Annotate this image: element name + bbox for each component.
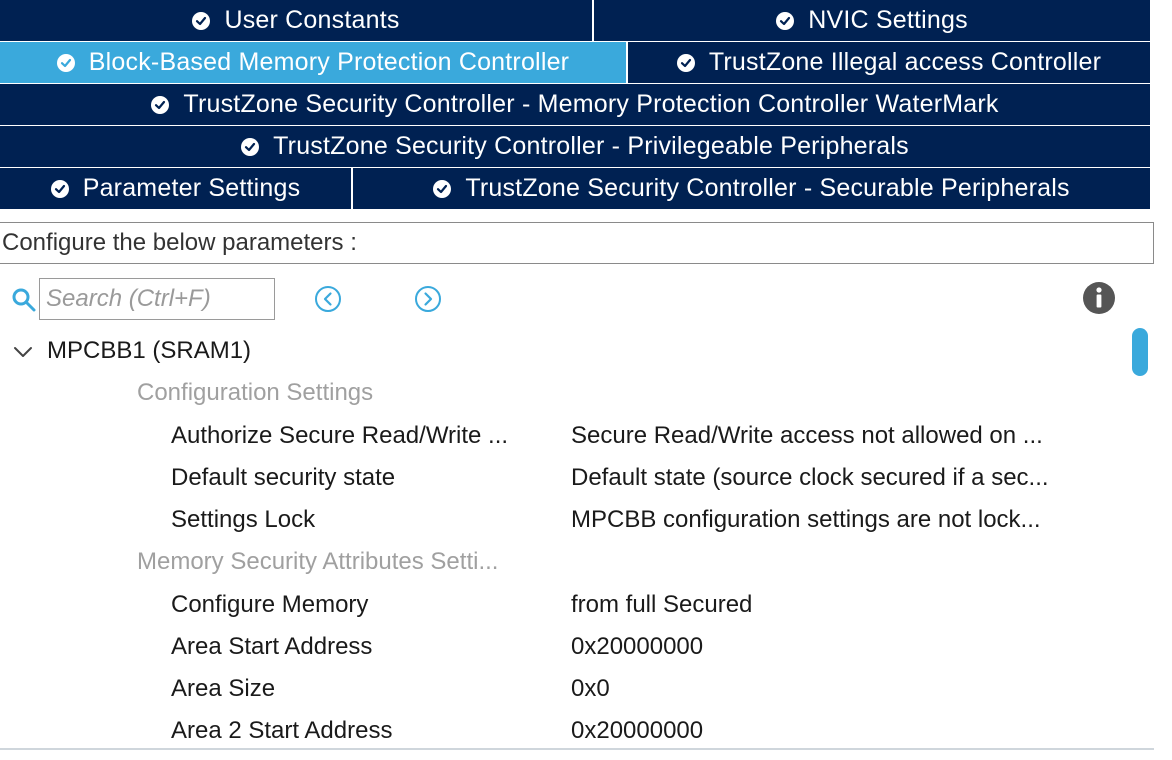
tab-row-5: Parameter Settings TrustZone Security Co… — [0, 168, 1150, 210]
tab-tzsc-mpc-watermark[interactable]: TrustZone Security Controller - Memory P… — [0, 84, 1150, 126]
param-name[interactable]: Area Start Address — [171, 632, 372, 662]
check-circle-icon — [151, 95, 170, 114]
group-configuration-settings: Configuration Settings — [137, 379, 374, 406]
param-name[interactable]: Settings Lock — [171, 505, 315, 535]
tab-label: Parameter Settings — [82, 174, 301, 202]
param-value[interactable]: 0x20000000 — [571, 632, 703, 662]
check-circle-icon — [241, 137, 260, 156]
tab-tzsc-privilegeable-peripherals[interactable]: TrustZone Security Controller - Privileg… — [0, 126, 1150, 168]
tab-label: TrustZone Security Controller - Memory P… — [183, 90, 999, 118]
search-input[interactable] — [39, 278, 275, 320]
tab-label: TrustZone Security Controller - Securabl… — [465, 174, 1070, 202]
tab-row-1: User Constants NVIC Settings — [0, 0, 1150, 42]
tab-block-based-memory-protection-controller[interactable]: Block-Based Memory Protection Controller — [0, 42, 628, 84]
tab-label: User Constants — [224, 6, 400, 34]
tab-label: NVIC Settings — [808, 6, 968, 34]
tab-row-4: TrustZone Security Controller - Privileg… — [0, 126, 1150, 168]
check-circle-icon — [50, 179, 69, 198]
param-value[interactable]: from full Secured — [571, 590, 752, 620]
tab-label: TrustZone Illegal access Controller — [708, 48, 1102, 76]
tab-parameter-settings[interactable]: Parameter Settings — [0, 168, 353, 210]
configure-parameters-label: Configure the below parameters : — [0, 222, 1154, 264]
check-circle-icon — [433, 179, 452, 198]
param-name[interactable]: Default security state — [171, 463, 395, 493]
param-name[interactable]: Area Size — [171, 674, 275, 704]
info-icon[interactable] — [1082, 281, 1116, 315]
chevron-right-circle-icon[interactable] — [413, 284, 443, 314]
search-icon[interactable] — [11, 287, 37, 313]
scrollbar-thumb[interactable] — [1132, 328, 1148, 376]
tab-user-constants[interactable]: User Constants — [0, 0, 594, 42]
param-name[interactable]: Configure Memory — [171, 590, 368, 620]
tab-row-3: TrustZone Security Controller - Memory P… — [0, 84, 1150, 126]
tab-row-2: Block-Based Memory Protection Controller… — [0, 42, 1150, 84]
chevron-down-icon[interactable] — [12, 341, 34, 363]
tab-label: TrustZone Security Controller - Privileg… — [273, 132, 909, 160]
chevron-left-circle-icon[interactable] — [313, 284, 343, 314]
check-circle-icon — [776, 11, 795, 30]
tree-root-label[interactable]: MPCBB1 (SRAM1) — [47, 336, 251, 366]
scrollbar-track[interactable] — [1131, 326, 1151, 746]
check-circle-icon — [676, 53, 695, 72]
param-value[interactable]: 0x0 — [571, 674, 610, 704]
param-value[interactable]: Secure Read/Write access not allowed on … — [571, 421, 1043, 451]
tab-label: Block-Based Memory Protection Controller — [88, 48, 570, 76]
tab-trustzone-illegal-access-controller[interactable]: TrustZone Illegal access Controller — [628, 42, 1150, 84]
param-name[interactable]: Area 2 Start Address — [171, 716, 392, 746]
panel-bottom-divider — [0, 748, 1154, 750]
param-value[interactable]: MPCBB configuration settings are not loc… — [571, 505, 1041, 535]
param-name[interactable]: Authorize Secure Read/Write ... — [171, 421, 508, 451]
param-value[interactable]: Default state (source clock secured if a… — [571, 463, 1049, 493]
group-memory-security-attributes: Memory Security Attributes Setti... — [137, 548, 499, 575]
param-value[interactable]: 0x20000000 — [571, 716, 703, 746]
tab-tzsc-securable-peripherals[interactable]: TrustZone Security Controller - Securabl… — [353, 168, 1150, 210]
check-circle-icon — [56, 53, 75, 72]
tab-bar: User Constants NVIC Settings Block-Based… — [0, 0, 1150, 210]
check-circle-icon — [192, 11, 211, 30]
tab-nvic-settings[interactable]: NVIC Settings — [594, 0, 1150, 42]
